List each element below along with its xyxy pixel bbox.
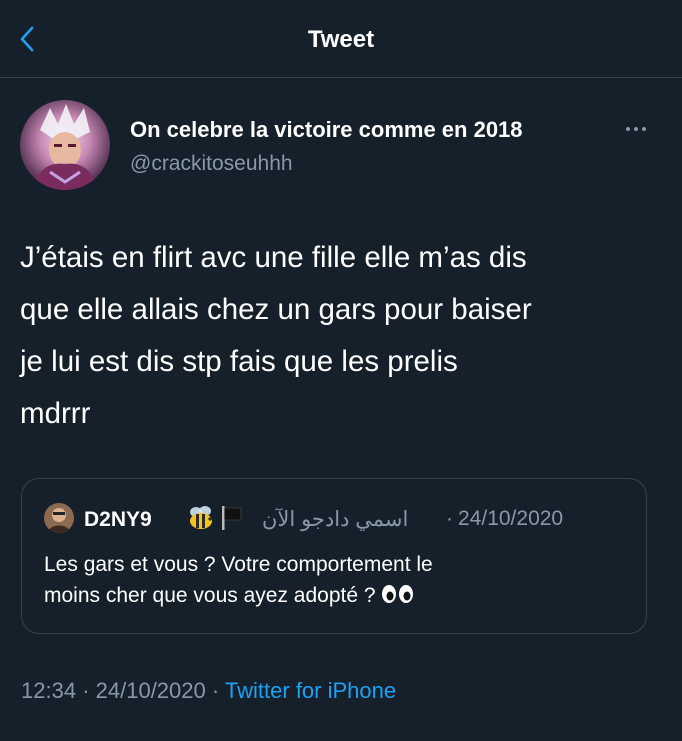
tweet-page: Tweet On celebre la victoire comme en 20… [0, 0, 682, 741]
tweet-text-line: je lui est dis stp fais que les prelis [20, 345, 458, 378]
tweet-text-line: mdrrr [20, 397, 91, 430]
quote-text-line-content: moins cher que vous ayez adopté ? [44, 584, 376, 607]
quote-author-name: D2NY9 [84, 508, 152, 531]
tweet-text-line: que elle allais chez un gars pour baiser [20, 293, 532, 326]
quote-text-line: Les gars et vous ? Votre comportement le [44, 553, 433, 576]
tweet-meta: 12:34 · 24/10/2020 · Twitter for iPhone [21, 678, 396, 704]
author-handle[interactable]: @crackitoseuhhh [130, 152, 293, 176]
tweet-date: 24/10/2020 [95, 678, 206, 703]
page-title: Tweet [307, 26, 375, 53]
eyes-icon [381, 585, 413, 603]
avatar-image [20, 100, 110, 190]
quote-avatar [44, 503, 74, 533]
avatar[interactable] [20, 100, 110, 190]
author-display-name[interactable]: On celebre la victoire comme en 2018 [130, 117, 523, 143]
tweet-text-line: J’étais en flirt avc une fille elle m’as… [20, 241, 527, 274]
meta-separator: · [211, 678, 220, 703]
quote-text-line: moins cher que vous ayez adopté ? [44, 580, 634, 611]
quoted-tweet-card[interactable]: D2NY9 اسمي دادجو الآن · 24/10/2020 Les g… [21, 478, 647, 634]
more-options-button[interactable] [620, 118, 652, 140]
top-bar: Tweet [0, 0, 682, 78]
tweet-source-link[interactable]: Twitter for iPhone [225, 678, 396, 703]
tweet-text: J’étais en flirt avc une fille elle m’as… [20, 232, 660, 440]
quote-text: Les gars et vous ? Votre comportement le… [44, 549, 634, 611]
quote-separator: · [446, 507, 453, 530]
quote-date: 24/10/2020 [458, 507, 564, 530]
tweet-time: 12:34 [21, 678, 77, 703]
quote-author-emojis [186, 503, 244, 533]
black-flag-icon [222, 506, 242, 530]
bee-icon [190, 506, 212, 529]
meta-separator: · [82, 678, 90, 703]
quote-author-display-name: اسمي دادجو الآن [262, 508, 409, 531]
ellipsis-icon [626, 127, 646, 131]
